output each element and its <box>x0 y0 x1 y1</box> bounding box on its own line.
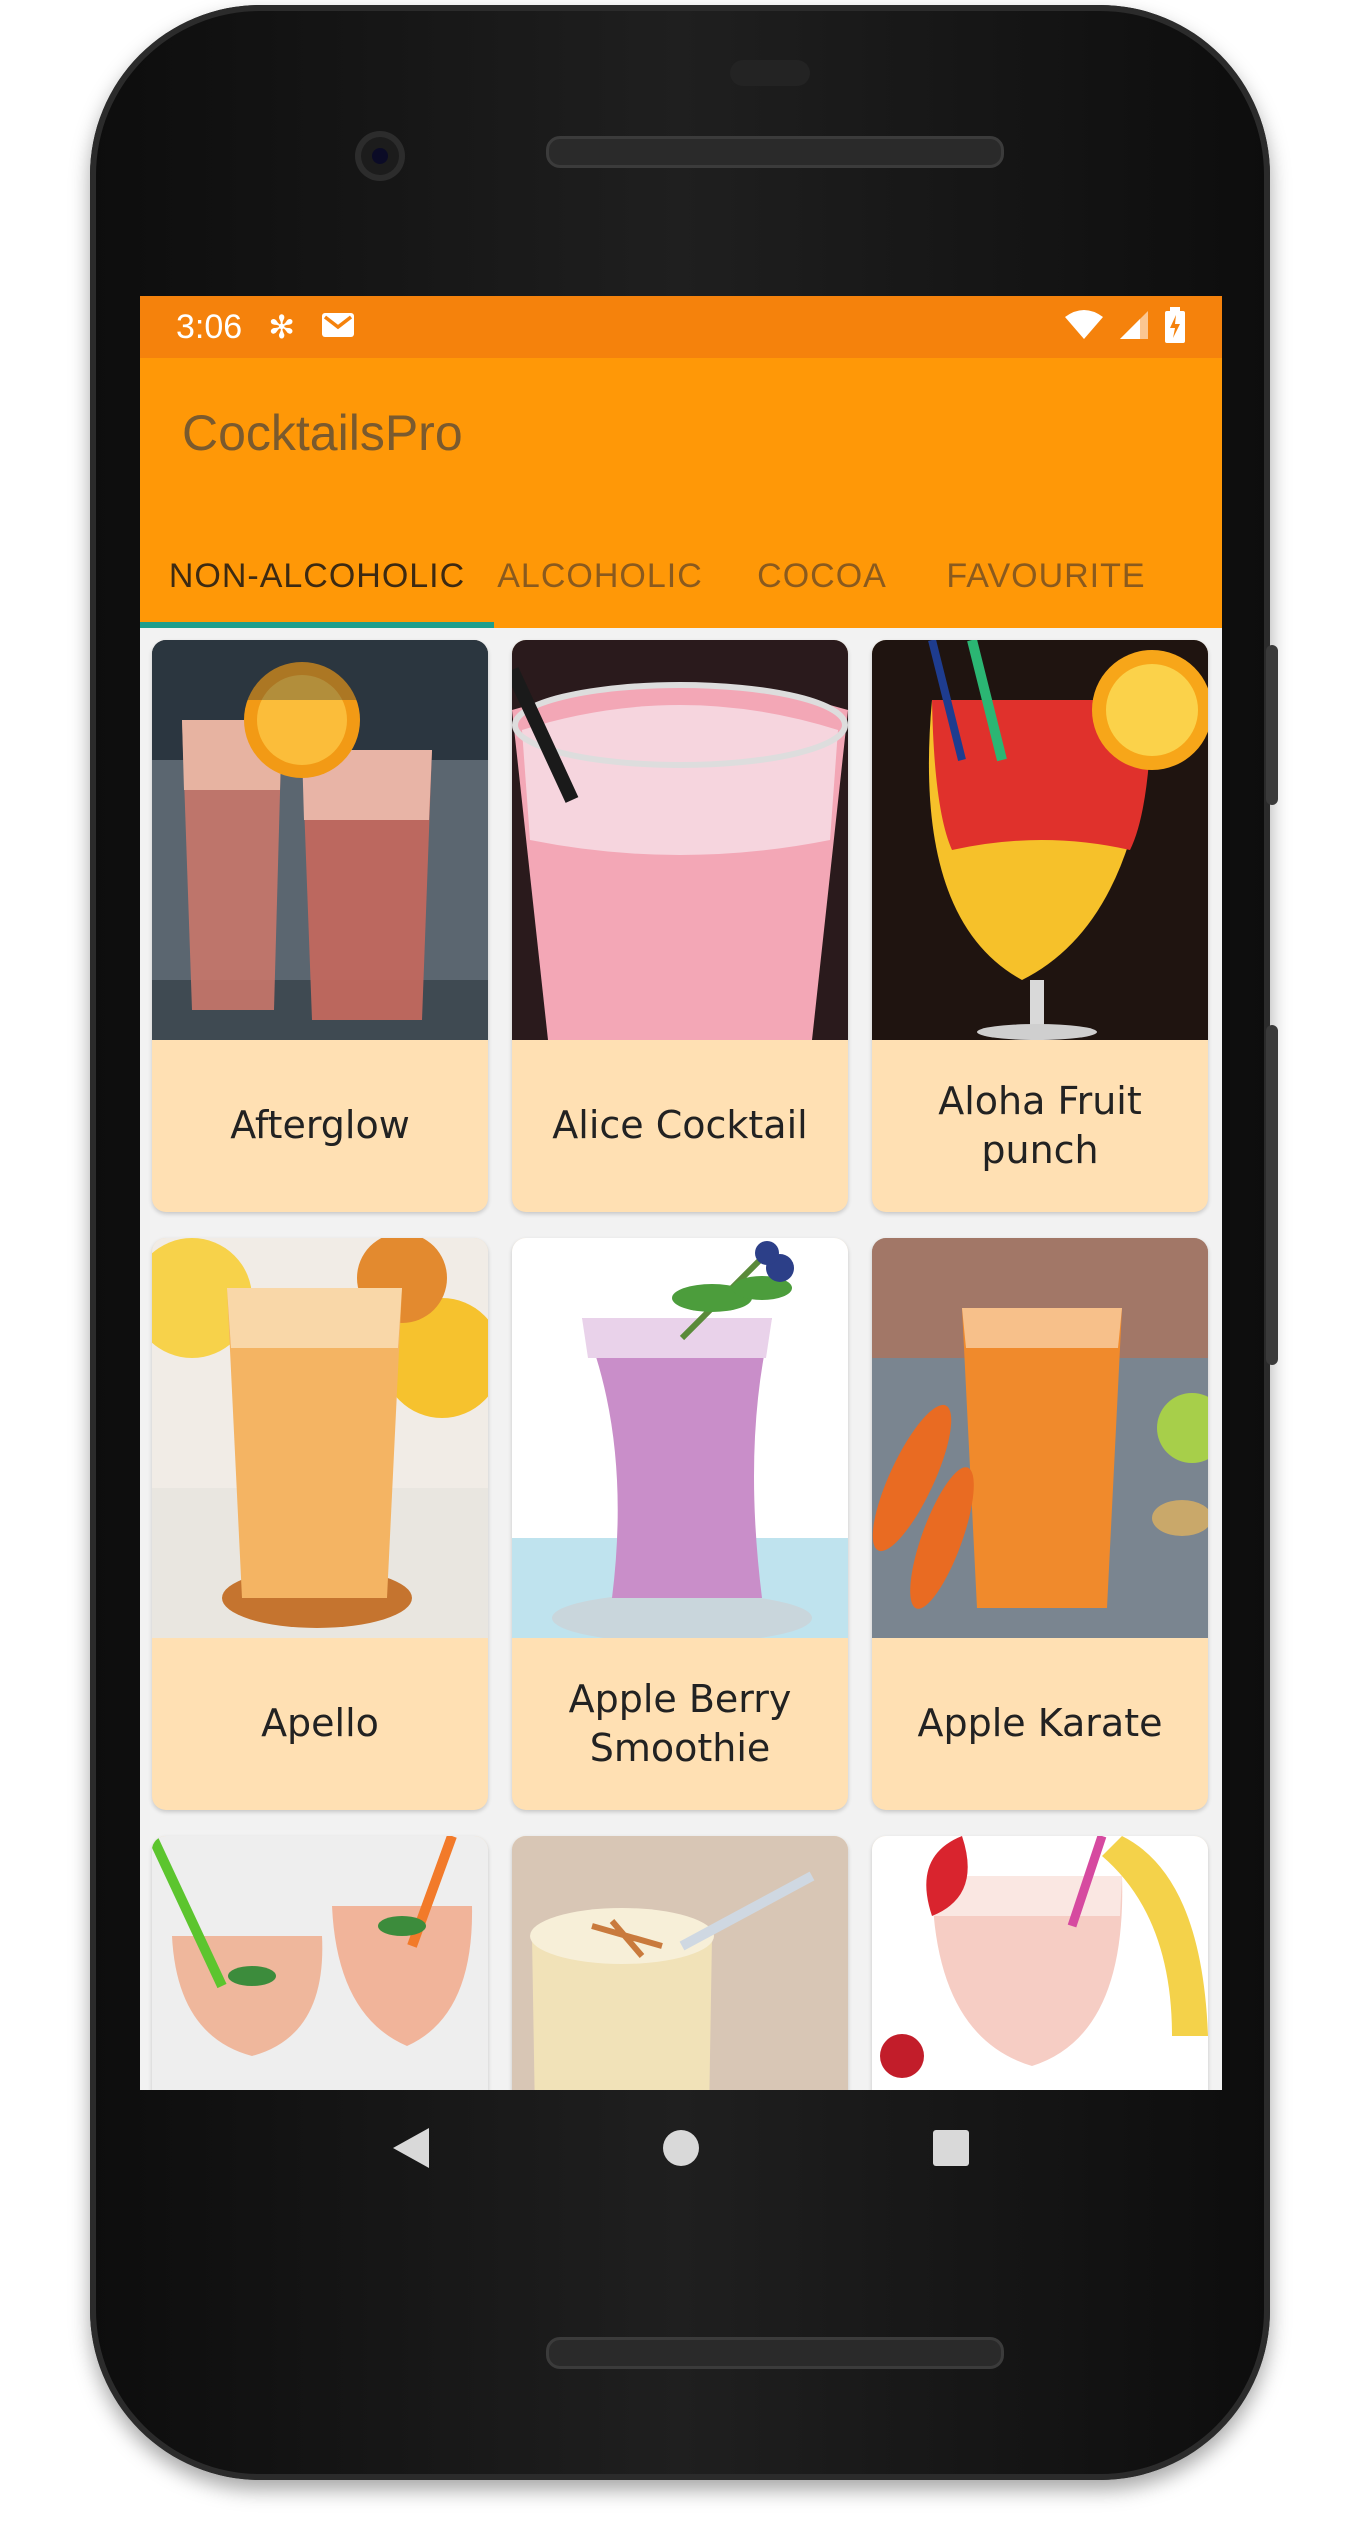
drink-card[interactable] <box>512 1836 848 2090</box>
drink-name: Apple Karate <box>917 1701 1163 1746</box>
drink-image <box>872 1836 1208 2090</box>
drink-image <box>152 1238 488 1638</box>
status-bar: 3:06 ✻ <box>140 296 1222 358</box>
drink-card[interactable] <box>872 1836 1208 2090</box>
back-icon[interactable] <box>391 2126 431 2174</box>
wifi-icon <box>1064 309 1104 345</box>
app-title: CocktailsPro <box>182 405 463 461</box>
drink-name: Alice Cocktail <box>552 1103 808 1148</box>
category-tabs: NON-ALCOHOLIC ALCOHOLIC COCOA FAVOURITE <box>140 524 1222 628</box>
snowflake-icon: ✻ <box>268 308 295 346</box>
drink-name: Apple Berry Smoothie <box>568 1676 792 1770</box>
drink-image <box>872 1238 1208 1638</box>
signal-icon <box>1118 309 1150 345</box>
drink-name: Apello <box>261 1701 379 1746</box>
drink-card[interactable]: Apple Karate <box>872 1238 1208 1810</box>
app-bar: CocktailsPro NON-ALCOHOLIC ALCOHOLIC COC… <box>140 358 1222 628</box>
drink-image <box>512 1836 848 2090</box>
drink-image <box>512 1238 848 1638</box>
tab-non-alcoholic[interactable]: NON-ALCOHOLIC <box>140 524 494 628</box>
front-camera <box>355 131 405 181</box>
drink-image <box>152 1836 488 2090</box>
top-speaker <box>546 136 1004 168</box>
tab-favourite[interactable]: FAVOURITE <box>938 524 1154 628</box>
power-button <box>1266 645 1278 805</box>
drink-name: Afterglow <box>230 1103 410 1148</box>
app-screen: 3:06 ✻ CocktailsPro NON-ALCOHOLIC ALCOHO… <box>140 296 1222 2090</box>
battery-charging-icon <box>1164 307 1186 347</box>
drink-card[interactable] <box>152 1836 488 2090</box>
bottom-speaker <box>546 2337 1004 2369</box>
drink-grid: Afterglow Alice Cocktail Aloha Fruit pun… <box>152 640 1210 2090</box>
tab-alcoholic[interactable]: ALCOHOLIC <box>494 524 706 628</box>
recents-icon[interactable] <box>931 2128 971 2172</box>
proximity-sensor <box>730 60 810 86</box>
home-icon[interactable] <box>661 2128 701 2172</box>
gmail-icon <box>321 311 355 343</box>
volume-button <box>1266 1025 1278 1365</box>
drink-card[interactable]: Afterglow <box>152 640 488 1212</box>
drink-card[interactable]: Apello <box>152 1238 488 1810</box>
status-time: 3:06 <box>176 307 243 346</box>
drink-card[interactable]: Apple Berry Smoothie <box>512 1238 848 1810</box>
drink-name: Aloha Fruit punch <box>938 1078 1142 1172</box>
drink-card[interactable]: Alice Cocktail <box>512 640 848 1212</box>
drink-card[interactable]: Aloha Fruit punch <box>872 640 1208 1212</box>
tab-indicator <box>140 622 494 628</box>
drink-image <box>512 640 848 1040</box>
tab-cocoa[interactable]: COCOA <box>706 524 938 628</box>
drink-image <box>872 640 1208 1040</box>
drink-image <box>152 640 488 1040</box>
navigation-bar <box>140 2090 1222 2210</box>
